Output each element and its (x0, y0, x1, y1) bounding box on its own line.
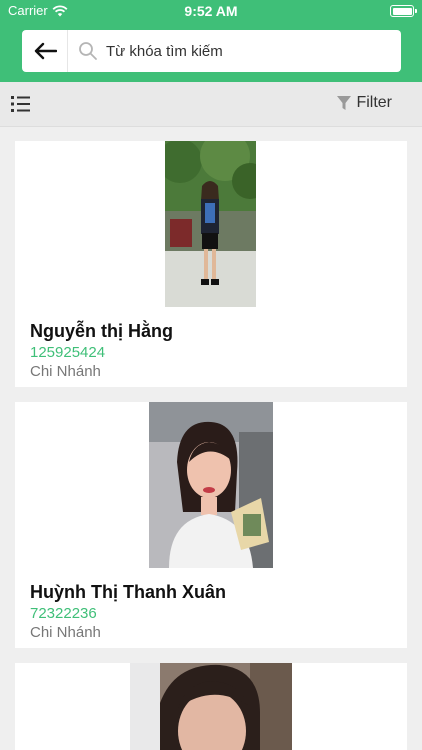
header: Carrier 9:52 AM (0, 0, 422, 82)
contact-name: Huỳnh Thị Thanh Xuân (30, 582, 226, 602)
list-item[interactable] (15, 663, 407, 750)
contact-branch: Chi Nhánh (30, 363, 101, 380)
back-button[interactable] (22, 30, 68, 72)
toolbar: Filter (0, 82, 422, 127)
contact-list: Nguyễn thị Hằng 125925424 Chi Nhánh Huỳn… (0, 127, 422, 750)
status-bar: Carrier 9:52 AM (0, 0, 422, 22)
contact-name: Nguyễn thị Hằng (30, 321, 173, 341)
filter-button[interactable]: Filter (336, 94, 392, 112)
clock: 9:52 AM (184, 3, 238, 19)
filter-icon (337, 96, 352, 110)
avatar (165, 141, 256, 307)
contact-phone[interactable]: 125925424 (30, 344, 105, 361)
battery-icon (390, 5, 417, 17)
search-bar (22, 30, 401, 72)
contact-phone[interactable]: 72322236 (30, 605, 97, 622)
list-item[interactable]: Huỳnh Thị Thanh Xuân 72322236 Chi Nhánh (15, 402, 407, 648)
filter-label: Filter (356, 94, 392, 111)
search-icon (79, 42, 97, 60)
avatar (149, 402, 273, 568)
search-input[interactable] (98, 31, 401, 71)
avatar (130, 663, 292, 750)
contact-branch: Chi Nhánh (30, 624, 101, 641)
list-view-icon[interactable] (10, 94, 32, 114)
back-arrow-icon (34, 42, 57, 60)
list-item[interactable]: Nguyễn thị Hằng 125925424 Chi Nhánh (15, 141, 407, 387)
